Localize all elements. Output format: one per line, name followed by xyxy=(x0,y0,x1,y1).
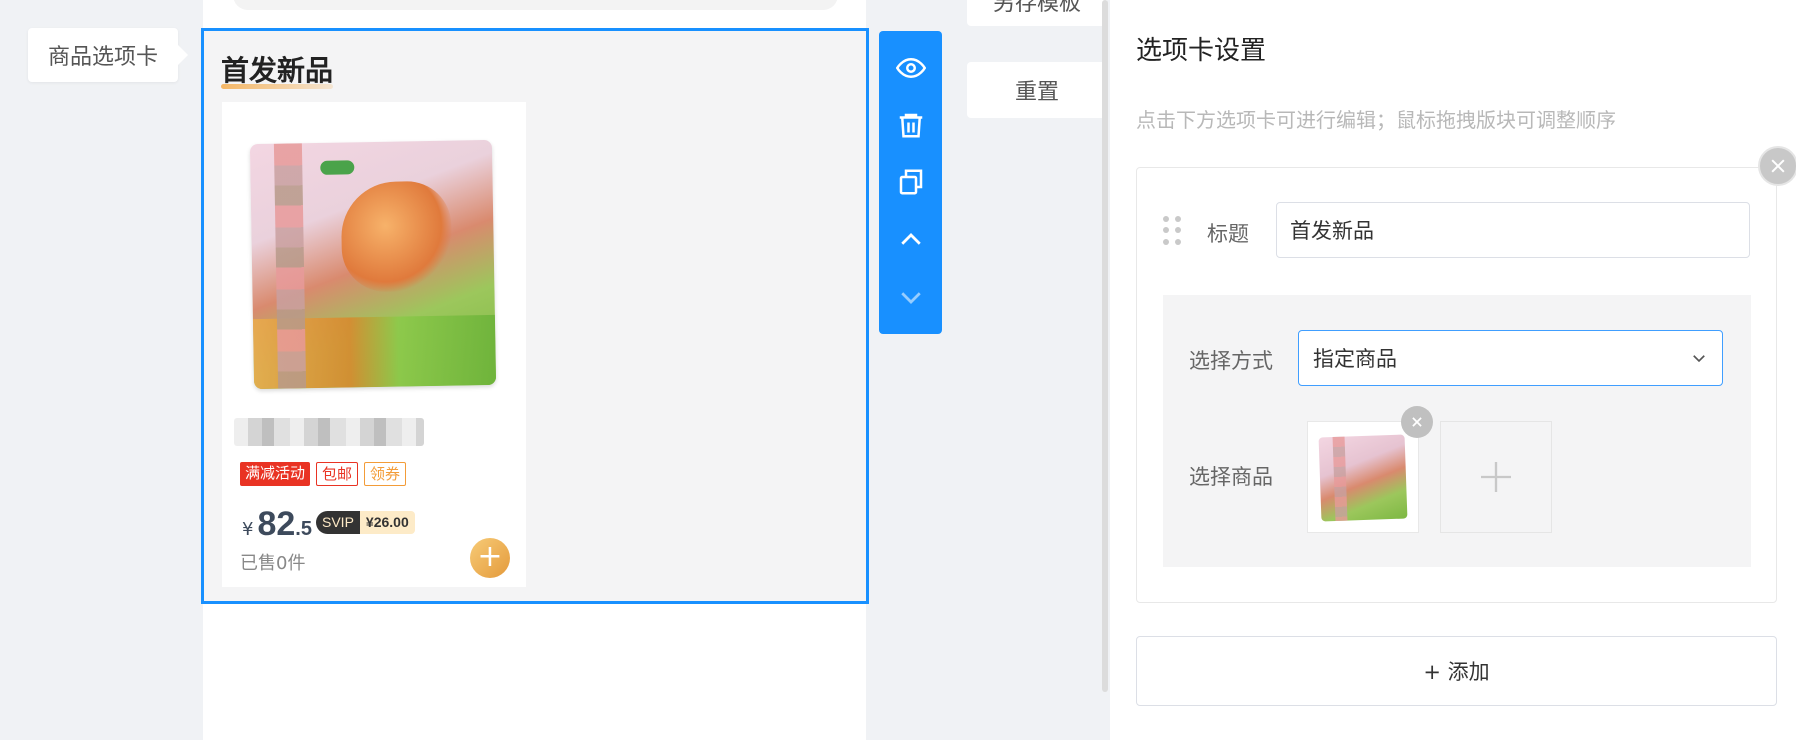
drag-handle-icon[interactable] xyxy=(1163,216,1181,246)
currency-symbol: ¥ xyxy=(242,519,254,540)
selected-module[interactable]: 首发新品 满减活动 包邮 领券 ¥ 82 .5 SVIP ¥26.00 已售0件… xyxy=(201,28,869,604)
svip-label: SVIP xyxy=(316,511,360,534)
product-price: ¥ 82 .5 xyxy=(242,505,312,544)
price-integer: 82 xyxy=(257,505,296,543)
chevron-down-icon xyxy=(1693,355,1705,363)
module-action-bar xyxy=(879,31,942,334)
add-to-cart-icon[interactable]: + xyxy=(470,538,510,578)
trash-icon[interactable] xyxy=(893,107,929,143)
tag-coupon: 领券 xyxy=(364,462,407,486)
eye-icon[interactable] xyxy=(893,50,929,86)
tab-item[interactable]: 标题 首发新品 选择方式 指定商品 选择商品 xyxy=(1136,167,1777,603)
copy-icon[interactable] xyxy=(893,164,929,200)
select-goods-label: 选择商品 xyxy=(1189,465,1273,489)
remove-goods-close-icon[interactable] xyxy=(1401,406,1433,438)
chevron-down-icon[interactable] xyxy=(893,279,929,315)
select-mode-dropdown[interactable]: 指定商品 xyxy=(1298,330,1723,386)
search-bar-stub xyxy=(233,0,838,10)
delete-tab-close-icon[interactable] xyxy=(1758,146,1796,186)
price-decimal: .5 xyxy=(295,518,312,540)
tag-free-shipping: 包邮 xyxy=(316,462,359,486)
add-tab-button[interactable]: + 添加 xyxy=(1136,636,1777,706)
scrollbar[interactable] xyxy=(1102,0,1108,692)
product-card[interactable]: 满减活动 包邮 领券 ¥ 82 .5 SVIP ¥26.00 已售0件 + xyxy=(222,102,526,587)
reset-button[interactable]: 重置 xyxy=(967,62,1107,118)
plus-icon xyxy=(1481,462,1511,492)
svip-price: ¥26.00 xyxy=(359,511,415,534)
product-image xyxy=(249,139,497,390)
product-name-blurred xyxy=(234,418,424,446)
selected-goods-thumbnail[interactable] xyxy=(1307,421,1419,533)
select-mode-value: 指定商品 xyxy=(1313,347,1397,371)
settings-panel: 选项卡设置 点击下方选项卡可进行编辑；鼠标拖拽版块可调整顺序 标题 首发新品 选… xyxy=(1110,0,1796,740)
svip-price-badge: SVIP ¥26.00 xyxy=(316,511,415,534)
component-tag: 商品选项卡 xyxy=(28,28,188,82)
product-tags: 满减活动 包邮 领券 xyxy=(240,462,407,486)
chevron-up-icon[interactable] xyxy=(893,222,929,258)
section-title: 首发新品 xyxy=(221,49,334,89)
title-input[interactable]: 首发新品 xyxy=(1276,202,1750,258)
panel-title: 选项卡设置 xyxy=(1136,36,1267,66)
panel-hint: 点击下方选项卡可进行编辑；鼠标拖拽版块可调整顺序 xyxy=(1136,108,1616,132)
select-mode-label: 选择方式 xyxy=(1189,349,1273,373)
add-goods-button[interactable] xyxy=(1440,421,1552,533)
tag-promo: 满减活动 xyxy=(240,462,311,486)
save-template-button[interactable]: 另存模板 xyxy=(967,0,1107,26)
sold-count: 已售0件 xyxy=(240,553,306,574)
title-label: 标题 xyxy=(1207,222,1249,246)
goods-config-box: 选择方式 指定商品 选择商品 xyxy=(1163,295,1751,567)
